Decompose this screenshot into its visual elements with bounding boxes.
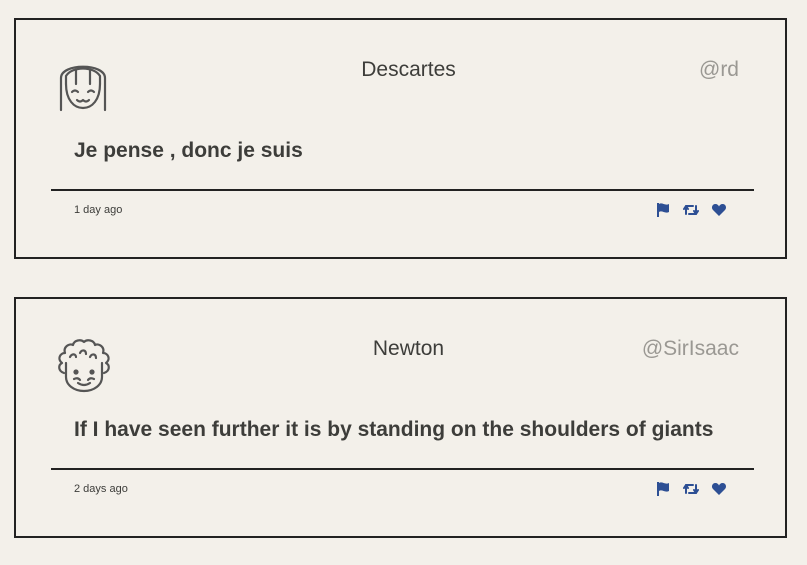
flag-icon[interactable] [654,201,672,219]
tweet-actions [654,201,728,219]
heart-icon[interactable] [710,201,728,219]
tweet-card: Newton @SirIsaac If I have seen further … [14,297,787,538]
tweet-actions [654,480,728,498]
tweet-text: If I have seen further it is by standing… [74,418,714,441]
retweet-icon[interactable] [682,201,700,219]
author-handle[interactable]: @SirIsaac [642,337,739,361]
tweet-card: Descartes @rd Je pense , donc je suis 1 … [14,18,787,259]
flag-icon[interactable] [654,480,672,498]
divider [51,468,754,470]
tweet-text: Je pense , donc je suis [74,139,303,162]
timestamp: 1 day ago [74,204,123,216]
timestamp: 2 days ago [74,483,128,495]
author-handle[interactable]: @rd [699,58,739,82]
heart-icon[interactable] [710,480,728,498]
author-name[interactable]: Descartes [16,58,801,82]
retweet-icon[interactable] [682,480,700,498]
divider [51,189,754,191]
